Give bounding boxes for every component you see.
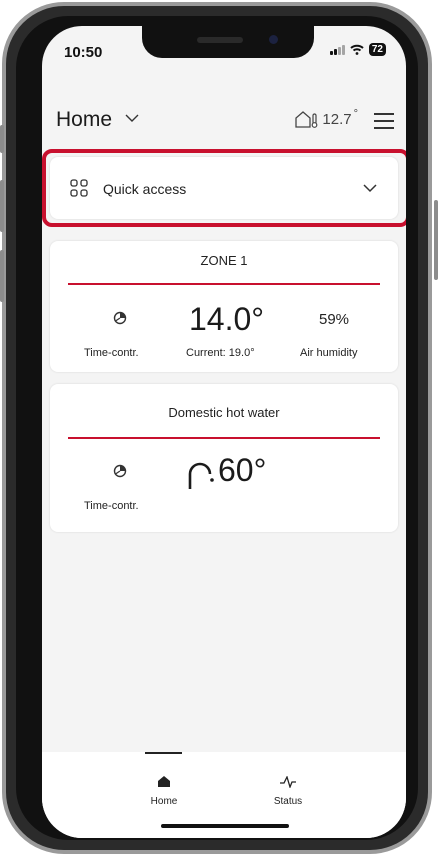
mute-switch	[0, 125, 4, 153]
menu-icon[interactable]	[374, 113, 394, 134]
speaker	[197, 37, 243, 43]
zone-title: ZONE 1	[200, 253, 248, 268]
status-icons: 72	[329, 43, 386, 56]
zone-humidity-label: Air humidity	[300, 347, 358, 359]
nav-status[interactable]: Status	[260, 772, 316, 812]
house-thermometer-icon	[295, 111, 318, 128]
volume-down-button	[0, 250, 4, 302]
zone-card[interactable]: ZONE 1 Time-contr. 14.0° Current: 19.0° …	[50, 241, 398, 372]
zone-setpoint[interactable]: 14.0°	[189, 301, 264, 338]
battery-indicator: 72	[368, 43, 386, 56]
hot-water-divider	[68, 437, 380, 439]
degree-sign: °	[353, 108, 358, 120]
clock-icon	[113, 311, 127, 325]
app-screen: 10:50 72 Home 12.7 ° Quick access ZONE 1…	[42, 26, 406, 838]
status-time: 10:50	[64, 44, 103, 61]
volume-up-button	[0, 180, 4, 232]
zone-current-temp: Current: 19.0°	[186, 347, 255, 359]
hot-water-card[interactable]: Domestic hot water Time-contr. 60°	[50, 384, 398, 532]
hot-water-mode-label: Time-contr.	[84, 500, 139, 512]
grid-icon	[70, 179, 88, 197]
outdoor-temperature[interactable]: 12.7 °	[294, 108, 358, 129]
front-camera	[269, 35, 278, 44]
home-icon	[158, 776, 170, 787]
zone-mode-label: Time-contr.	[84, 347, 139, 359]
wifi-icon	[350, 44, 364, 55]
quick-access-panel[interactable]: Quick access	[50, 157, 398, 219]
clock-icon	[113, 464, 127, 478]
nav-home-label: Home	[150, 796, 178, 807]
signal-icon	[329, 44, 345, 55]
home-indicator-bar[interactable]	[161, 824, 289, 828]
pulse-icon	[280, 776, 296, 788]
power-button	[434, 200, 438, 280]
nav-home[interactable]: Home	[138, 772, 190, 812]
hot-water-setpoint[interactable]: 60°	[218, 452, 266, 489]
active-tab-indicator	[145, 752, 182, 754]
outdoor-temp-value: 12.7	[322, 110, 352, 128]
home-selector-title[interactable]: Home	[56, 108, 112, 132]
notch	[142, 26, 314, 58]
zone-humidity-value: 59%	[319, 311, 350, 328]
quick-access-label: Quick access	[103, 181, 187, 197]
app-header: Home 12.7 °	[42, 104, 406, 134]
chevron-down-icon[interactable]	[124, 113, 140, 123]
zone-divider	[68, 283, 380, 285]
hot-water-title: Domestic hot water	[168, 405, 280, 420]
nav-status-label: Status	[273, 796, 303, 807]
tap-icon	[188, 462, 214, 489]
chevron-down-icon[interactable]	[362, 183, 378, 193]
